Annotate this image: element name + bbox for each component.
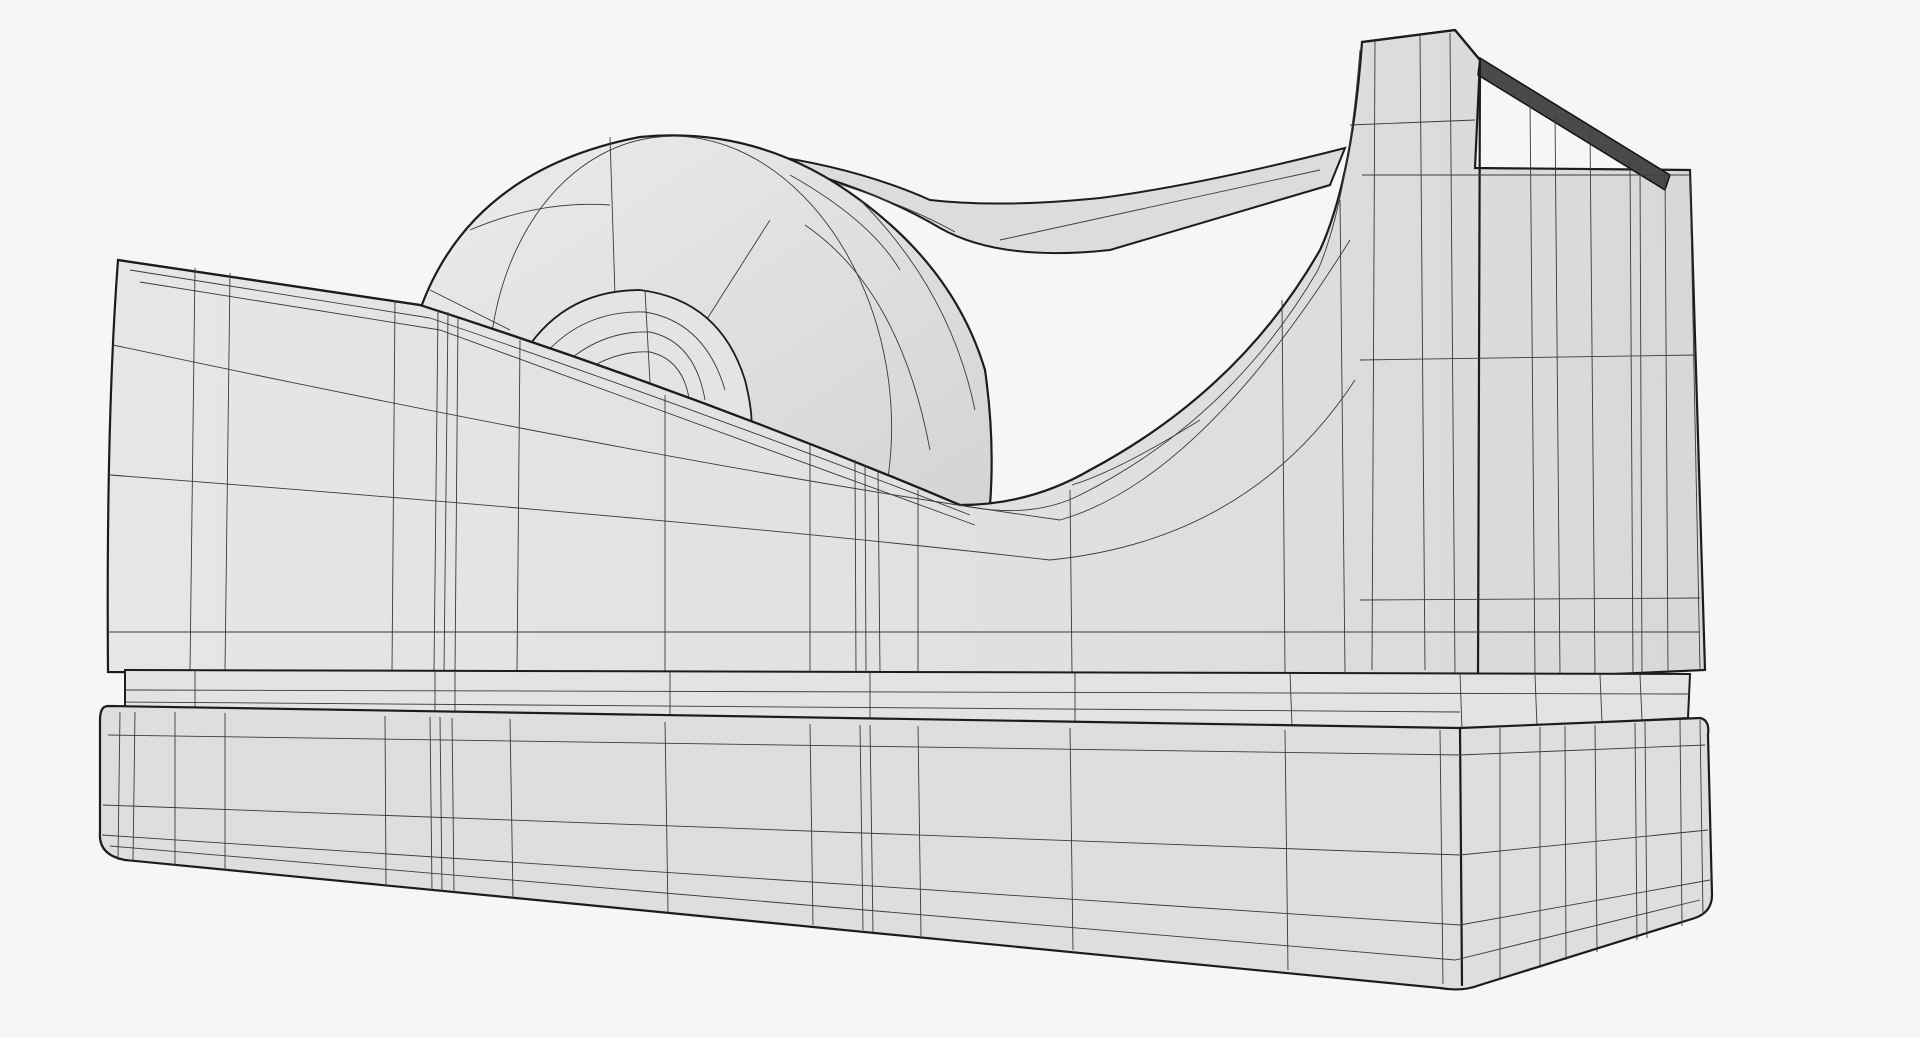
tape-dispenser-wireframe (98, 28, 1714, 991)
render-viewport (0, 0, 1920, 1038)
dispenser-base (98, 704, 1714, 991)
